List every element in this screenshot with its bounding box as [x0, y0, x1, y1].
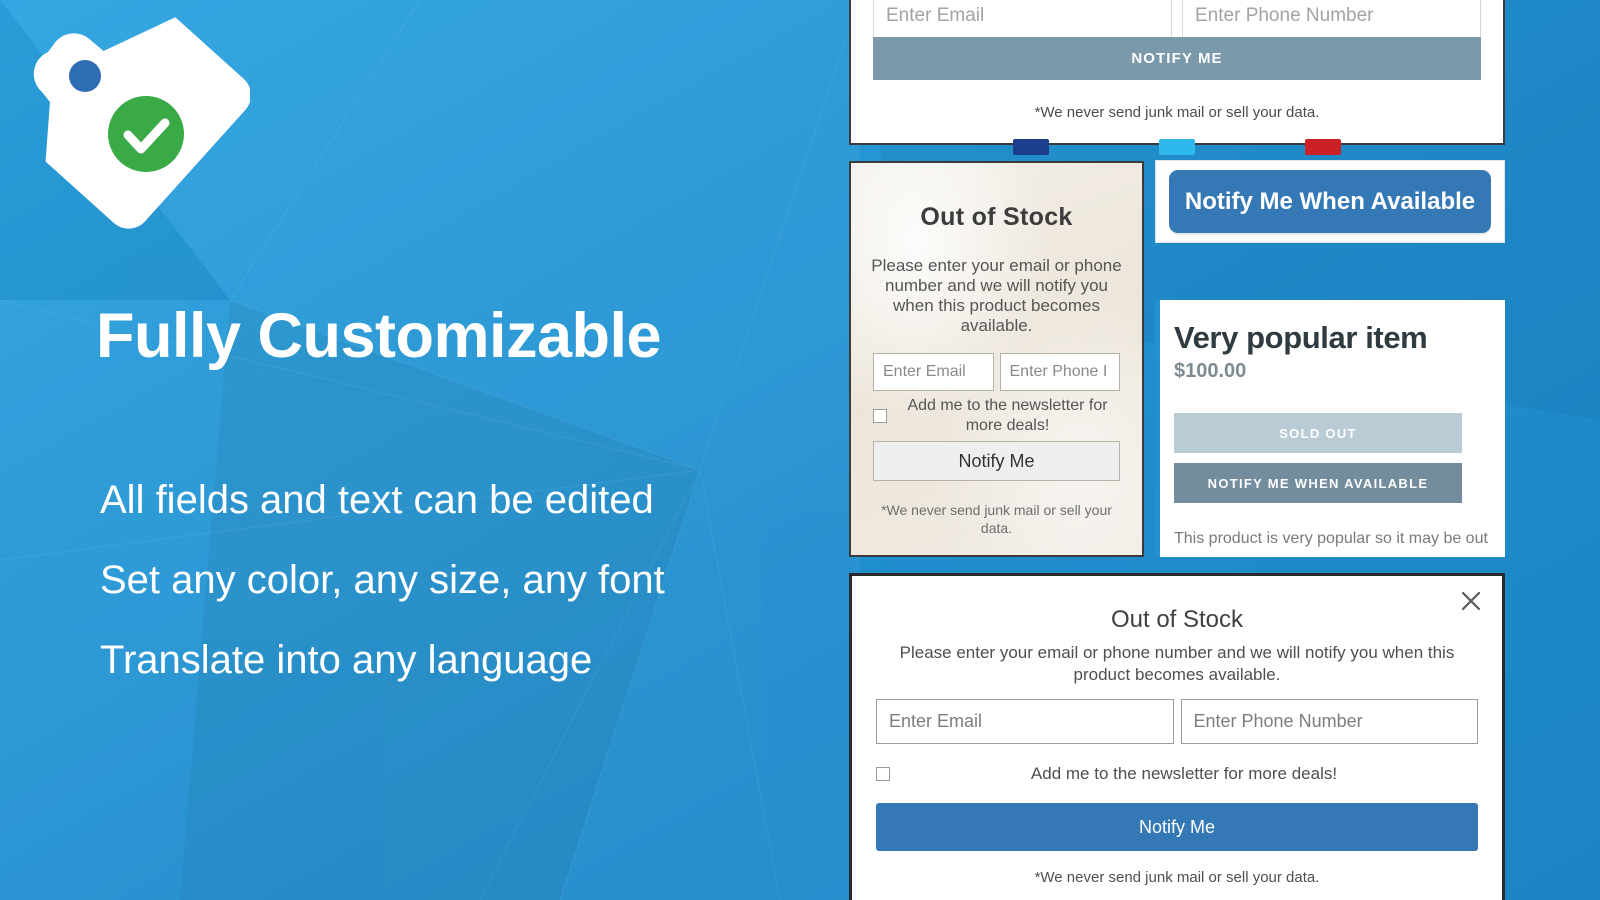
twitter-icon[interactable]	[1159, 139, 1195, 155]
hero-bullet-2: Translate into any language	[100, 638, 593, 682]
product-availability-note: This product is very popular so it may b…	[1174, 530, 1488, 547]
price-tag-check-icon	[18, 8, 251, 238]
out-of-stock-cream-card: Out of Stock Please enter your email or …	[849, 161, 1144, 557]
notify-me-button[interactable]: NOTIFY ME	[873, 37, 1481, 80]
privacy-disclaimer: *We never send junk mail or sell your da…	[1034, 869, 1320, 886]
notify-me-when-available-button[interactable]: Notify Me When Available	[1169, 170, 1491, 233]
phone-field[interactable]: Enter Phone Number	[1182, 0, 1481, 38]
card-description: Please enter your email or phone number …	[871, 256, 1122, 335]
phone-field[interactable]: Enter Phone I	[999, 353, 1120, 391]
card-title: Out of Stock	[920, 203, 1073, 231]
cream-card-fields: Enter Email Enter Phone I	[873, 353, 1120, 391]
page-title: Fully Customizable	[96, 301, 662, 371]
newsletter-checkbox-label: Add me to the newsletter for more deals!	[1030, 764, 1338, 783]
social-share-row	[873, 139, 1481, 157]
product-price: $100.00	[1174, 360, 1247, 382]
email-field[interactable]: Enter Email	[876, 699, 1174, 744]
hero-bullet-1: Set any color, any size, any font	[100, 558, 665, 602]
notify-me-button[interactable]: Notify Me	[873, 441, 1120, 481]
newsletter-checkbox-row: Add me to the newsletter for more deals!	[876, 764, 1478, 784]
hero-bullet-0: All fields and text can be edited	[100, 478, 654, 522]
pinterest-icon[interactable]	[1305, 139, 1341, 155]
notify-form-panel: Enter Email Enter Phone Number NOTIFY ME…	[849, 0, 1505, 155]
privacy-disclaimer: *We never send junk mail or sell your da…	[881, 502, 1112, 536]
modal-fields: Enter Email Enter Phone Number	[876, 699, 1478, 744]
modal-description: Please enter your email or phone number …	[899, 643, 1455, 684]
very-popular-item-card: Very popular item $100.00 SOLD OUT NOTIF…	[1155, 300, 1505, 557]
email-field[interactable]: Enter Email	[873, 353, 994, 391]
newsletter-checkbox[interactable]	[873, 409, 887, 423]
notify-me-when-available-button[interactable]: NOTIFY ME WHEN AVAILABLE	[1174, 463, 1462, 503]
out-of-stock-modal: Out of Stock Please enter your email or …	[849, 573, 1505, 900]
email-field[interactable]: Enter Email	[873, 0, 1172, 38]
notify-form-fields: Enter Email Enter Phone Number	[873, 0, 1481, 38]
newsletter-checkbox[interactable]	[876, 767, 890, 781]
modal-title: Out of Stock	[1110, 606, 1244, 633]
sold-out-button: SOLD OUT	[1174, 413, 1462, 453]
facebook-icon[interactable]	[1013, 139, 1049, 155]
phone-field[interactable]: Enter Phone Number	[1180, 699, 1478, 744]
product-title: Very popular item	[1174, 320, 1428, 355]
newsletter-checkbox-label: Add me to the newsletter for more deals!	[907, 397, 1108, 434]
promo-graphic-stage: Fully Customizable All fields and text c…	[0, 0, 1600, 900]
hero-panel: Fully Customizable All fields and text c…	[0, 0, 848, 900]
privacy-disclaimer: *We never send junk mail or sell your da…	[1034, 104, 1320, 121]
notify-me-button[interactable]: Notify Me	[876, 803, 1478, 851]
notify-pill-button-card: Notify Me When Available	[1155, 160, 1505, 243]
newsletter-checkbox-row: Add me to the newsletter for more deals!	[873, 396, 1120, 436]
